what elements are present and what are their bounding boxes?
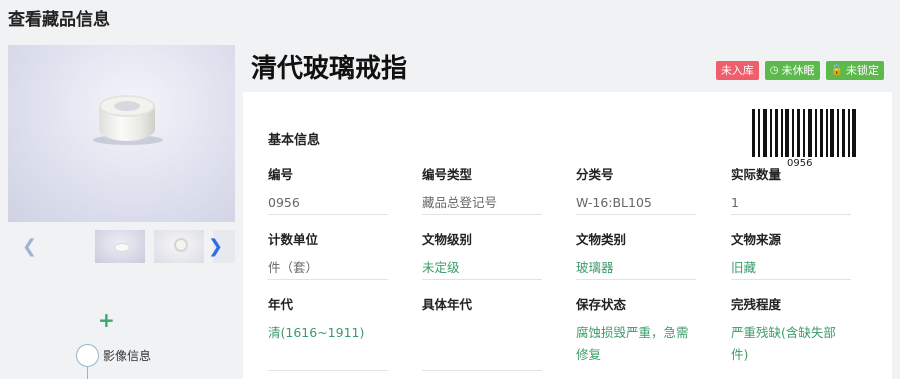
plus-icon[interactable]: +: [98, 308, 115, 332]
field-number: 编号 0956: [268, 164, 388, 215]
ring-image: [93, 95, 163, 145]
field-completeness: 完残程度 严重残缺(含缺失部件): [731, 297, 836, 362]
status-badge-not-stored: 未入库: [715, 61, 759, 80]
field-unit: 计数单位 件（套）: [268, 229, 388, 280]
field-grade: 文物级别 未定级: [422, 229, 542, 280]
field-specific-era: 具体年代: [422, 294, 542, 371]
field-category: 文物类别 玻璃器: [576, 229, 696, 280]
field-preservation: 保存状态 腐蚀损毁严重，急需修复: [576, 297, 689, 362]
field-classification: 分类号 W-16:BL105: [576, 164, 696, 215]
field-era: 年代 清(1616~1911): [268, 294, 388, 371]
timeline-line: [87, 367, 88, 379]
lock-icon: 🔓: [830, 65, 843, 76]
basic-info-card: 基本信息 0956 编号 0956 编号类型 藏品总登记号 分类号 W-16:B…: [243, 92, 892, 379]
timeline-label-image-info[interactable]: 影像信息: [103, 347, 151, 364]
page-title: 查看藏品信息: [8, 10, 110, 30]
chevron-right-icon[interactable]: ❯: [208, 236, 223, 257]
item-name: 清代玻璃戒指: [251, 54, 408, 84]
status-badges: 未入库 ◷ 未休眠 🔓 未锁定: [715, 61, 884, 80]
timeline-node[interactable]: [76, 344, 99, 367]
field-number-type: 编号类型 藏品总登记号: [422, 164, 542, 215]
chevron-left-icon[interactable]: ❮: [22, 236, 37, 257]
thumbnail-strip: ❮ ❯: [8, 228, 235, 264]
thumbnail-2[interactable]: [154, 230, 204, 263]
field-source: 文物来源 旧藏: [731, 229, 851, 280]
thumbnail-1[interactable]: [95, 230, 145, 263]
section-title: 基本信息: [268, 133, 321, 148]
clock-icon: ◷: [769, 65, 779, 76]
status-badge-not-locked: 🔓 未锁定: [825, 61, 884, 80]
status-badge-not-dormant: ◷ 未休眠: [764, 61, 820, 80]
main-photo[interactable]: [8, 45, 235, 222]
field-quantity: 实际数量 1: [731, 164, 851, 215]
barcode: [752, 109, 856, 157]
